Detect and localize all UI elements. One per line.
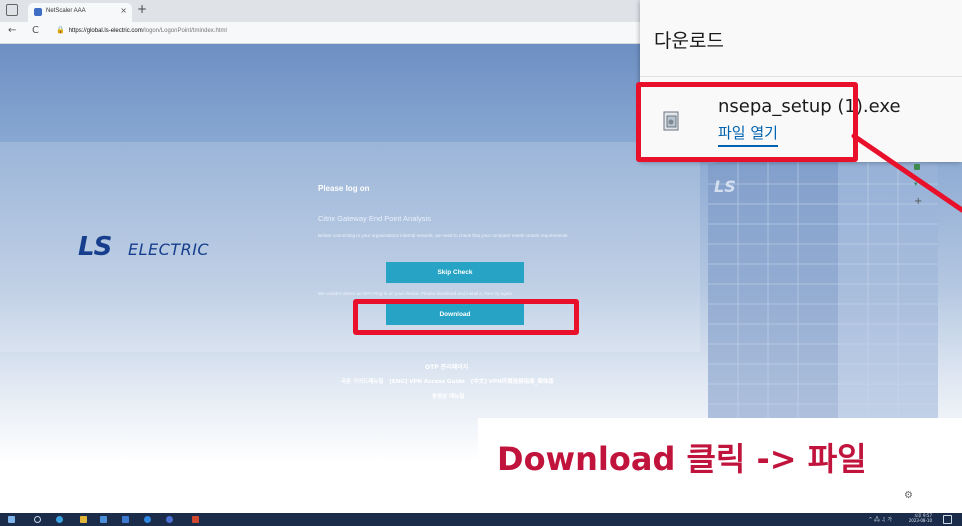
epa-description: Before connecting to your organizations … <box>318 233 569 238</box>
url-host: https://global.ls-electric.com <box>68 28 143 34</box>
tab-title: NetScaler AAA <box>46 8 86 14</box>
svg-text:LS: LS <box>714 177 736 196</box>
epa-title: Citrix Gateway End Point Analysis <box>318 214 431 223</box>
downloads-heading: 다운로드 <box>654 30 724 52</box>
taskbar: ^ 🖧 ♫ 가 오후 9:57 2023-08-10 <box>0 513 962 526</box>
system-tray[interactable]: ^ 🖧 ♫ 가 <box>868 516 892 525</box>
screenshot: NetScaler AAA × + ← C 🔒 https://global.ls… <box>0 0 962 526</box>
reload-icon[interactable]: C <box>32 25 39 36</box>
skip-check-button[interactable]: Skip Check <box>386 262 524 283</box>
new-tab-icon[interactable]: + <box>137 2 147 16</box>
search-icon[interactable] <box>34 516 41 523</box>
guide-link-korean[interactable]: 국문 가이드매뉴얼 <box>341 379 383 385</box>
downloads-divider <box>640 76 962 77</box>
store-icon[interactable] <box>100 516 107 523</box>
mail-icon[interactable] <box>122 516 129 523</box>
logo-electric-text: ELECTRIC <box>128 240 210 259</box>
chrome-icon[interactable] <box>144 516 151 523</box>
browser-tab[interactable]: NetScaler AAA × <box>28 3 132 22</box>
guide-links: 국문 가이드매뉴얼 [ENG] VPN Access Guide [中文] VP… <box>341 377 558 385</box>
tab-actions-icon[interactable] <box>6 4 18 16</box>
file-highlight-box <box>636 82 858 162</box>
plugin-warning-text: We couldn't detect an EPA Plug-in on you… <box>318 291 514 296</box>
settings-gear-icon[interactable]: ⚙ <box>904 490 913 501</box>
url-path: /logon/LogonPoint/tmindex.html <box>142 28 227 34</box>
app-p-icon[interactable] <box>166 516 173 523</box>
otp-link[interactable]: OTP 관리페이지 <box>425 362 468 371</box>
back-icon[interactable]: ← <box>8 25 16 36</box>
file-explorer-icon[interactable] <box>80 516 87 523</box>
powerpoint-icon[interactable] <box>192 516 199 523</box>
url-field[interactable]: 🔒 https://global.ls-electric.com/logon/Lo… <box>56 26 636 40</box>
netscaler-favicon-icon <box>34 8 42 16</box>
tab-close-icon[interactable]: × <box>120 6 127 15</box>
annotation-arrow <box>851 133 962 213</box>
logo-ls-text: LS <box>78 232 112 262</box>
notification-icon[interactable] <box>943 515 952 524</box>
edge-icon[interactable] <box>56 516 63 523</box>
logon-title: Please log on <box>318 184 370 193</box>
clock-date: 2023-08-10 <box>908 518 932 523</box>
guide-link-chinese[interactable]: [中文] VPN环境连接指南_简体版 <box>471 379 554 385</box>
lock-icon: 🔒 <box>56 27 65 34</box>
start-icon[interactable] <box>8 516 15 523</box>
taskbar-clock[interactable]: 오후 9:57 2023-08-10 <box>909 513 932 523</box>
ls-electric-logo: LS ELECTRIC <box>78 230 258 264</box>
guide-link-english[interactable]: [ENG] VPN Access Guide <box>389 379 465 385</box>
video-manual-link[interactable]: 동영상 매뉴얼 <box>432 392 464 400</box>
download-highlight-box <box>353 299 579 335</box>
instruction-caption: Download 클릭 -> 파일 <box>497 440 867 478</box>
